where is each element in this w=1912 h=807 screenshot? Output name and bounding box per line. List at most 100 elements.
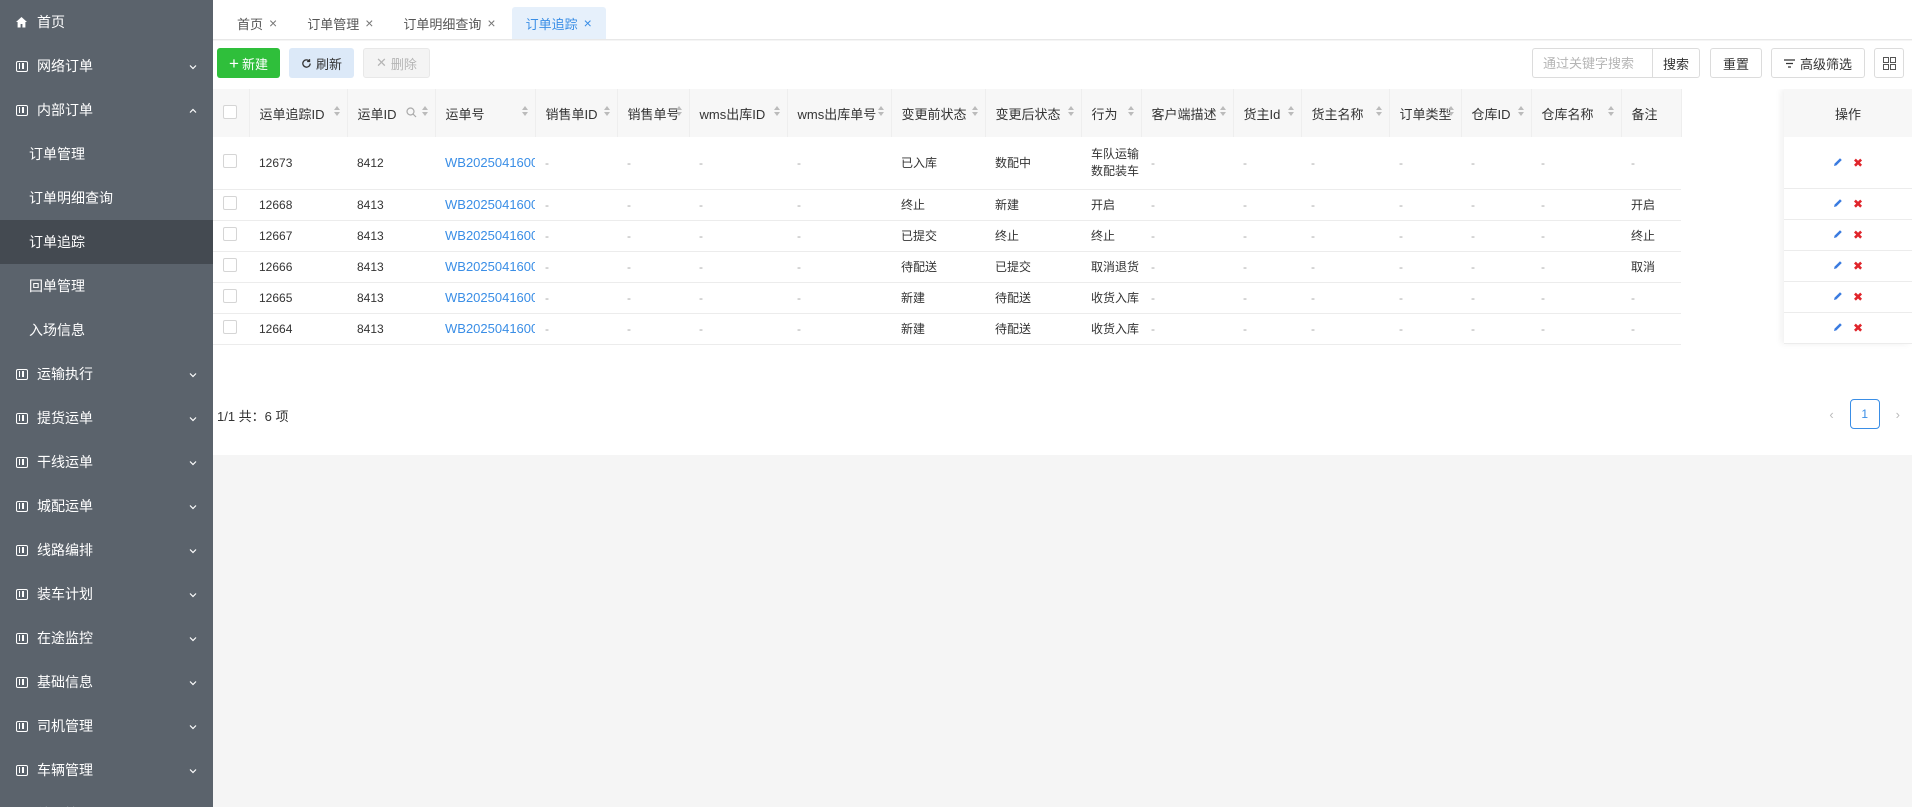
select-all-checkbox-cell[interactable] bbox=[213, 89, 250, 137]
sort-icon[interactable] bbox=[1287, 106, 1295, 120]
sort-icon[interactable] bbox=[333, 106, 341, 120]
row-checkbox-cell[interactable] bbox=[213, 137, 249, 190]
sidebar-item-after-3[interactable]: 城配运单 bbox=[0, 484, 213, 528]
search-button[interactable]: 搜索 bbox=[1651, 48, 1700, 78]
sidebar-item-after-9[interactable]: 车辆管理 bbox=[0, 748, 213, 792]
row-checkbox[interactable] bbox=[223, 258, 237, 272]
row-checkbox[interactable] bbox=[223, 196, 237, 210]
sidebar-item-after-2[interactable]: 干线运单 bbox=[0, 440, 213, 484]
edit-icon[interactable] bbox=[1833, 321, 1843, 335]
sidebar-subitem-4[interactable]: 入场信息 bbox=[0, 308, 213, 352]
column-header[interactable]: 行为 bbox=[1081, 89, 1142, 137]
delete-icon[interactable]: ✖ bbox=[1853, 321, 1863, 335]
sort-icon[interactable] bbox=[421, 106, 429, 120]
delete-icon[interactable]: ✖ bbox=[1853, 197, 1863, 211]
sidebar-subitem-1[interactable]: 订单明细查询 bbox=[0, 176, 213, 220]
column-header[interactable]: wms出库ID bbox=[689, 89, 788, 137]
select-all-checkbox[interactable] bbox=[223, 104, 237, 119]
column-header[interactable]: 运单ID bbox=[347, 89, 436, 137]
search-input[interactable] bbox=[1531, 48, 1652, 78]
table-row[interactable]: 126648413WB20250416002----新建待配送收货入库-----… bbox=[213, 313, 1681, 345]
edit-icon[interactable] bbox=[1833, 228, 1843, 242]
column-header[interactable]: 仓库名称 bbox=[1531, 89, 1622, 137]
sort-icon[interactable] bbox=[877, 106, 885, 120]
column-header[interactable]: 货主Id bbox=[1233, 89, 1302, 137]
column-settings-button[interactable] bbox=[1874, 48, 1904, 78]
column-header[interactable]: 销售单ID bbox=[535, 89, 618, 137]
column-header[interactable]: 销售单号 bbox=[617, 89, 690, 137]
tab-0[interactable]: 首页 × bbox=[223, 7, 291, 39]
advanced-filter-button[interactable]: 高级筛选 bbox=[1770, 48, 1865, 78]
close-tab-icon[interactable]: × bbox=[584, 16, 592, 30]
sidebar-item-after-8[interactable]: 司机管理 bbox=[0, 704, 213, 748]
sort-icon[interactable] bbox=[1067, 106, 1075, 120]
sidebar-item-after-5[interactable]: 装车计划 bbox=[0, 572, 213, 616]
table-cell[interactable]: WB20250416002 bbox=[435, 220, 535, 252]
sidebar-item-after-0[interactable]: 运输执行 bbox=[0, 352, 213, 396]
cell-text[interactable]: WB20250416002 bbox=[445, 228, 535, 243]
table-cell[interactable]: WB20250416002 bbox=[435, 313, 535, 345]
close-tab-icon[interactable]: × bbox=[365, 16, 373, 30]
sort-icon[interactable] bbox=[1219, 106, 1227, 120]
table-row[interactable]: 126688413WB20250416002----终止新建开启------开启 bbox=[213, 189, 1681, 221]
row-checkbox[interactable] bbox=[223, 289, 237, 303]
edit-icon[interactable] bbox=[1833, 197, 1843, 211]
sort-icon[interactable] bbox=[971, 106, 979, 120]
row-checkbox[interactable] bbox=[223, 154, 237, 169]
row-checkbox[interactable] bbox=[223, 320, 237, 334]
table-row[interactable]: 126668413WB20250416002----待配送已提交取消退货----… bbox=[213, 251, 1681, 283]
page-number-current[interactable]: 1 bbox=[1849, 399, 1880, 429]
delete-icon[interactable]: ✖ bbox=[1853, 290, 1863, 304]
table-row[interactable]: 126738412WB20250416001----已入库数配中车队运输 数配装… bbox=[213, 137, 1681, 190]
column-header[interactable]: 运单追踪ID bbox=[249, 89, 348, 137]
column-header[interactable]: 变更前状态 bbox=[891, 89, 986, 137]
sidebar-subitem-0[interactable]: 订单管理 bbox=[0, 132, 213, 176]
sidebar-subitem-3[interactable]: 回单管理 bbox=[0, 264, 213, 308]
new-button[interactable]: + 新建 bbox=[217, 48, 280, 78]
row-checkbox[interactable] bbox=[223, 227, 237, 241]
refresh-button[interactable]: 刷新 bbox=[288, 48, 354, 78]
tab-3[interactable]: 订单追踪 × bbox=[511, 7, 606, 39]
column-header[interactable]: 仓库ID bbox=[1461, 89, 1532, 137]
edit-icon[interactable] bbox=[1833, 156, 1843, 170]
column-header[interactable]: 客户端描述 bbox=[1141, 89, 1234, 137]
column-header[interactable]: 货主名称 bbox=[1301, 89, 1390, 137]
sidebar-item-after-4[interactable]: 线路编排 bbox=[0, 528, 213, 572]
column-header[interactable]: 备注 bbox=[1621, 89, 1682, 137]
sort-icon[interactable] bbox=[603, 106, 611, 120]
table-row[interactable]: 126658413WB20250416002----新建待配送收货入库-----… bbox=[213, 282, 1681, 314]
row-checkbox-cell[interactable] bbox=[213, 251, 249, 283]
sidebar-item-after-1[interactable]: 提货运单 bbox=[0, 396, 213, 440]
delete-icon[interactable]: ✖ bbox=[1853, 259, 1863, 273]
column-header[interactable]: 变更后状态 bbox=[985, 89, 1082, 137]
sidebar-item-1[interactable]: 网络订单 bbox=[0, 44, 213, 88]
table-cell[interactable]: WB20250416002 bbox=[435, 282, 535, 314]
column-header[interactable]: 运单号 bbox=[435, 89, 536, 137]
row-checkbox-cell[interactable] bbox=[213, 282, 249, 314]
next-page-icon[interactable]: › bbox=[1896, 407, 1900, 422]
tab-2[interactable]: 订单明细查询 × bbox=[389, 7, 509, 39]
delete-icon[interactable]: ✖ bbox=[1853, 228, 1863, 242]
sort-icon[interactable] bbox=[773, 106, 781, 120]
row-checkbox-cell[interactable] bbox=[213, 220, 249, 252]
table-cell[interactable]: WB20250416002 bbox=[435, 251, 535, 283]
sidebar-item-after-7[interactable]: 基础信息 bbox=[0, 660, 213, 704]
tab-1[interactable]: 订单管理 × bbox=[293, 7, 387, 39]
sort-icon[interactable] bbox=[675, 106, 683, 120]
sort-icon[interactable] bbox=[1607, 106, 1615, 120]
row-checkbox-cell[interactable] bbox=[213, 189, 249, 221]
sort-icon[interactable] bbox=[521, 106, 529, 120]
table-cell[interactable]: WB20250416001 bbox=[435, 137, 535, 190]
sidebar-item-2[interactable]: 内部订单 bbox=[0, 88, 213, 132]
sidebar-item-after-6[interactable]: 在途监控 bbox=[0, 616, 213, 660]
edit-icon[interactable] bbox=[1833, 259, 1843, 273]
reset-button[interactable]: 重置 bbox=[1709, 48, 1762, 78]
sort-icon[interactable] bbox=[1375, 106, 1383, 120]
cell-text[interactable]: WB20250416002 bbox=[445, 321, 535, 336]
sidebar-subitem-2[interactable]: 订单追踪 bbox=[0, 220, 213, 264]
cell-text[interactable]: WB20250416002 bbox=[445, 259, 535, 274]
cell-text[interactable]: WB20250416002 bbox=[445, 290, 535, 305]
cell-text[interactable]: WB20250416001 bbox=[445, 155, 535, 170]
table-row[interactable]: 126678413WB20250416002----已提交终止终止------终… bbox=[213, 220, 1681, 252]
delete-button[interactable]: ✕ 删除 bbox=[362, 48, 430, 78]
